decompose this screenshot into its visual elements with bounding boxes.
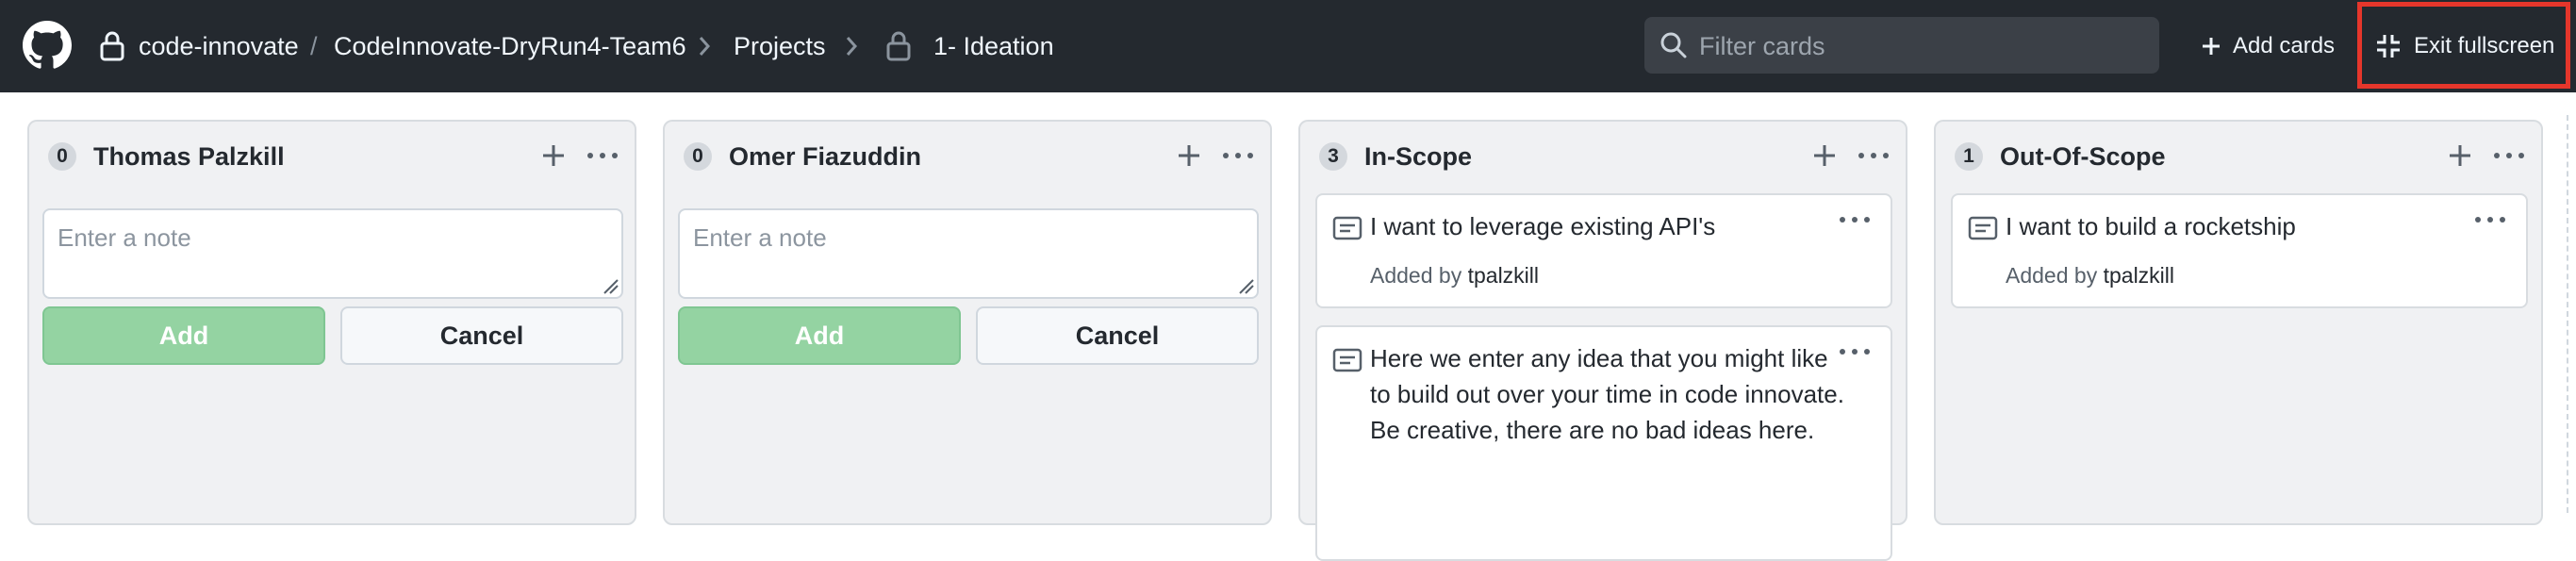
cancel-note-button[interactable]: Cancel <box>340 306 623 365</box>
add-cards-label: Add cards <box>2233 33 2336 58</box>
added-by-label: Added by <box>1370 263 1462 288</box>
note-icon <box>1968 216 1998 240</box>
column-card-count: 0 <box>48 142 76 171</box>
column-title: Out-Of-Scope <box>2000 142 2166 171</box>
breadcrumb-project-name[interactable]: 1- Ideation <box>933 29 1054 63</box>
breadcrumb-projects-link[interactable]: Projects <box>734 29 826 63</box>
add-note-button[interactable]: Add <box>42 306 325 365</box>
add-card-plus-icon[interactable] <box>1172 139 1206 173</box>
cancel-note-button[interactable]: Cancel <box>976 306 1259 365</box>
note-input[interactable] <box>42 208 623 299</box>
column-menu-icon[interactable] <box>1219 139 1257 173</box>
column-menu-icon[interactable] <box>584 139 621 173</box>
column-thomas-palzkill: 0 Thomas Palzkill Add Cancel <box>27 120 636 525</box>
resize-handle-icon[interactable] <box>603 278 619 295</box>
resize-handle-icon[interactable] <box>1238 278 1255 295</box>
added-by-label: Added by <box>2006 263 2098 288</box>
column-out-of-scope: 1 Out-Of-Scope I want to build a rockets… <box>1934 120 2543 525</box>
card-note-text: Here we enter any idea that you might li… <box>1370 344 1844 444</box>
breadcrumb-separator: / <box>310 32 318 60</box>
project-board: 0 Thomas Palzkill Add Cancel 0 Omer Fiaz… <box>0 92 2576 561</box>
note-card[interactable]: Here we enter any idea that you might li… <box>1315 325 1892 561</box>
plus-icon <box>2203 38 2220 55</box>
note-card[interactable]: I want to leverage existing API's Added … <box>1315 193 1892 308</box>
breadcrumb-owner-link[interactable]: code-innovate <box>139 29 299 63</box>
chevron-right-icon <box>846 37 858 56</box>
github-logo-icon[interactable] <box>23 21 72 70</box>
board-edge-divider <box>2567 115 2568 513</box>
card-menu-icon[interactable] <box>1836 340 1874 363</box>
card-menu-icon[interactable] <box>1836 208 1874 231</box>
card-menu-icon[interactable] <box>2471 208 2509 231</box>
column-card-count: 1 <box>1955 142 1983 171</box>
card-author-link[interactable]: tpalzkill <box>1468 263 1539 288</box>
card-note-text: I want to build a rocketship <box>2006 212 2296 240</box>
filter-cards-search[interactable] <box>1644 17 2159 74</box>
card-note-text: I want to leverage existing API's <box>1370 212 1716 240</box>
add-card-plus-icon[interactable] <box>537 139 570 173</box>
breadcrumb-repo-link[interactable]: CodeInnovate-DryRun4-Team6 <box>334 29 686 63</box>
chevron-right-icon <box>699 37 711 56</box>
column-menu-icon[interactable] <box>1855 139 1892 173</box>
lock-icon <box>100 31 124 61</box>
add-note-button[interactable]: Add <box>678 306 961 365</box>
search-icon <box>1660 32 1687 58</box>
column-card-count: 0 <box>684 142 712 171</box>
column-title: In-Scope <box>1364 142 1473 171</box>
column-menu-icon[interactable] <box>2490 139 2528 173</box>
add-card-plus-icon[interactable] <box>2443 139 2477 173</box>
column-title: Omer Fiazuddin <box>729 142 922 171</box>
filter-cards-input[interactable] <box>1697 25 2144 68</box>
card-author-link[interactable]: tpalzkill <box>2104 263 2174 288</box>
note-icon <box>1332 348 1362 372</box>
lock-icon <box>886 31 911 61</box>
add-card-plus-icon[interactable] <box>1808 139 1841 173</box>
column-omer-fiazuddin: 0 Omer Fiazuddin Add Cancel <box>663 120 1272 525</box>
column-title: Thomas Palzkill <box>93 142 285 171</box>
note-icon <box>1332 216 1362 240</box>
note-card[interactable]: I want to build a rocketship Added by tp… <box>1951 193 2528 308</box>
card-added-by: Added by tpalzkill <box>2006 261 2174 289</box>
highlight-box <box>2357 2 2570 89</box>
add-cards-button[interactable]: Add cards <box>2201 23 2335 70</box>
column-card-count: 3 <box>1319 142 1347 171</box>
card-added-by: Added by tpalzkill <box>1370 261 1539 289</box>
top-header: code-innovate / CodeInnovate-DryRun4-Tea… <box>0 0 2576 92</box>
note-input[interactable] <box>678 208 1259 299</box>
column-in-scope: 3 In-Scope I want to leverage existing A… <box>1298 120 1907 561</box>
